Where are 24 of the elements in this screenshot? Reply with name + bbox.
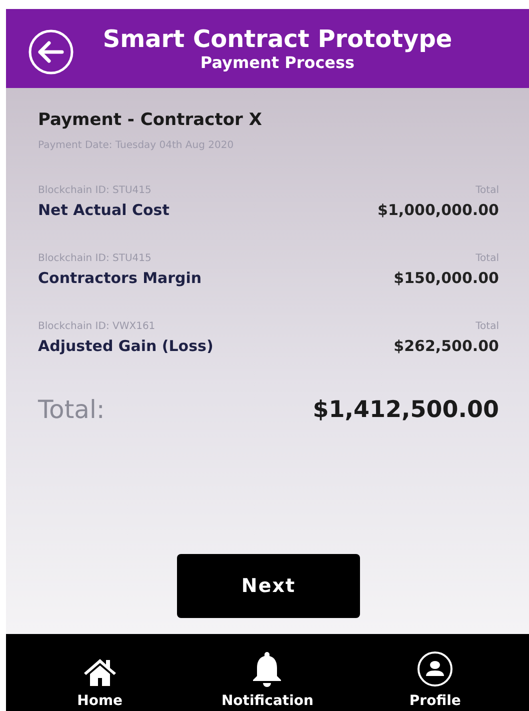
total-label: Total [476,184,499,198]
page-subtitle: Payment Process [200,52,355,72]
total-amount: $1,412,500.00 [312,396,499,422]
line-item-name: Adjusted Gain (Loss) [38,336,214,357]
total-label: Total [476,252,499,266]
blockchain-id: Blockchain ID: STU415 [38,252,152,266]
payment-title: Payment - Contractor X [38,109,263,132]
line-item-amount: $262,500.00 [394,336,499,357]
total-label: Total [476,320,499,334]
line-item-amount: $150,000.00 [394,268,499,289]
app-title: Smart Contract Prototype [102,24,452,52]
nav-tab[interactable]: Notification [221,693,314,709]
nav-tab[interactable]: Profile [409,693,461,709]
blockchain-id: Blockchain ID: STU415 [38,184,152,198]
total-label: Total: [38,395,105,424]
next-button[interactable]: Next [177,554,360,618]
line-item-name: Net Actual Cost [38,200,170,221]
blockchain-id: Blockchain ID: VWX161 [38,320,156,334]
line-item-amount: $1,000,000.00 [378,200,499,221]
nav-tab[interactable]: Home [77,693,123,709]
bell-icon [251,651,284,687]
line-item-name: Contractors Margin [38,268,202,289]
home-icon [82,657,117,687]
profile-icon[interactable] [417,651,454,687]
